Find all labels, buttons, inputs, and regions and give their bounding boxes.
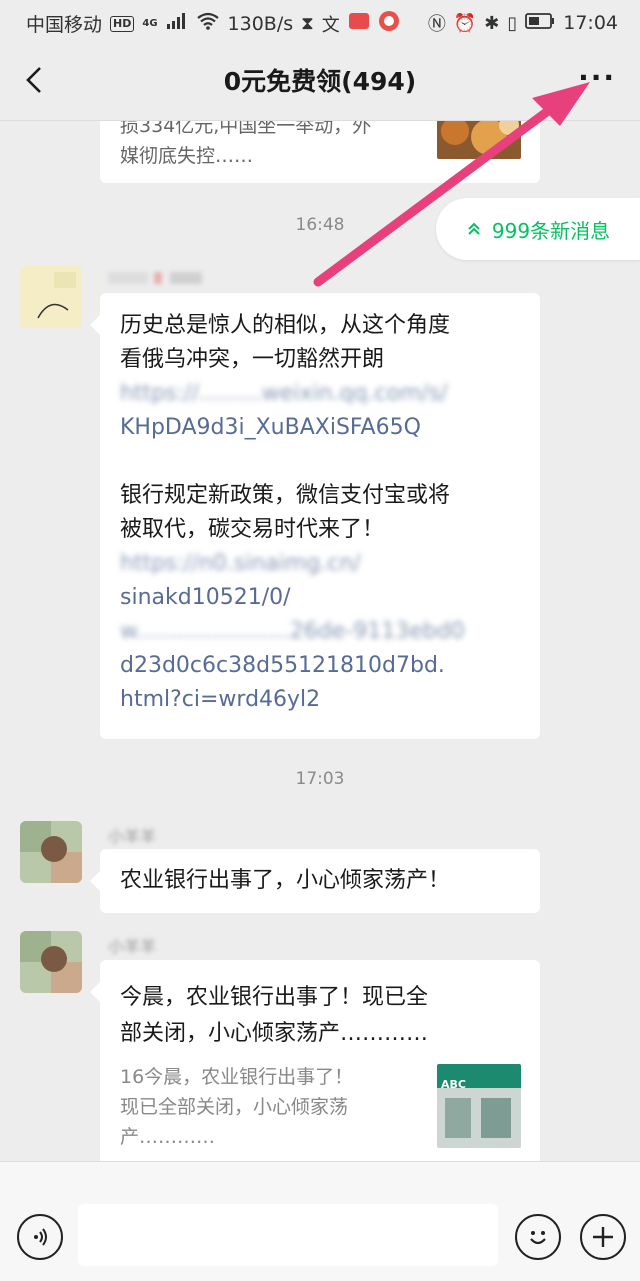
message-line: 银行规定新政策，微信支付宝或将 [120, 483, 451, 508]
card-title-line: 今晨，农业银行出事了！现已全 [120, 985, 429, 1010]
notification-app-icon: 文 [321, 14, 340, 36]
add-attachment-button[interactable] [580, 1214, 626, 1260]
app-badge-icon-2 [378, 10, 400, 37]
smile-icon [530, 1231, 546, 1245]
text-message-bubble[interactable]: 农业银行出事了，小心倾家荡产！ [90, 849, 540, 913]
sender-name: 小羊羊 [108, 827, 157, 846]
emoji-button[interactable] [515, 1214, 561, 1260]
voice-icon [34, 1228, 47, 1246]
clock-time: 17:04 [563, 12, 618, 34]
new-messages-button[interactable]: 999条新消息 [436, 198, 640, 260]
plus-icon [593, 1227, 613, 1247]
card-desc-line: 媒彻底失控…… [120, 145, 254, 167]
message-link[interactable]: w......................26de-9113ebd0 [120, 615, 530, 649]
app-badge-icon [348, 11, 370, 36]
message-link[interactable]: html?ci=wrd46yl2 [120, 683, 530, 717]
network-speed: 130B/s [227, 12, 294, 35]
message-line: 被取代，碳交易时代来了！ [120, 517, 385, 542]
message-input[interactable] [78, 1204, 498, 1266]
double-chevron-up-icon [468, 222, 480, 235]
card-title-line: 部关闭，小心倾家荡产………… [120, 1021, 429, 1046]
avatar[interactable] [20, 266, 82, 328]
carrier-label: 中国移动 [26, 14, 103, 36]
avatar[interactable] [20, 821, 82, 883]
input-bar [0, 1161, 640, 1281]
hd-badge: HD [110, 15, 135, 32]
message-line: 看俄乌冲突，一切豁然开朗 [120, 347, 385, 372]
battery-icon [525, 12, 555, 34]
new-messages-label: 999条新消息 [491, 218, 611, 243]
hourglass-icon: ⧗ [301, 13, 314, 34]
card-desc-line: 产………… [120, 1126, 216, 1148]
message-link[interactable]: d23d0c6c38d55121810d7bd. [120, 649, 530, 683]
timestamp: 17:03 [295, 769, 345, 789]
thumbnail-label: ABC [441, 1078, 466, 1091]
card-thumbnail: ABC [437, 1064, 521, 1148]
text-message-bubble[interactable]: 历史总是惊人的相似，从这个角度 看俄乌冲突，一切豁然开朗 https://...… [90, 293, 540, 739]
alarm-icon: ⏰ [453, 12, 477, 34]
message-link[interactable]: sinakd10521/0/ [120, 581, 530, 615]
avatar[interactable] [20, 931, 82, 993]
message-link[interactable]: https://.........weixin.qq.com/s/ [120, 377, 530, 411]
message-line: 历史总是惊人的相似，从这个角度 [120, 313, 451, 338]
card-desc-line: 现已全部关闭，小心倾家荡 [120, 1096, 349, 1118]
status-bar: 中国移动 HD 4G 130B/s ⧗ 文 Ⓝ ⏰ ✱ ▯ 17:04 [0, 0, 640, 44]
article-card[interactable]: 今晨，农业银行出事了！现已全 部关闭，小心倾家荡产………… 16今晨，农业银行出… [90, 960, 540, 1161]
card-desc-line: 损334亿元,中国坐一举动，外 [120, 121, 372, 137]
message-link[interactable]: https://n0.sinaimg.cn/ [120, 547, 530, 581]
message-list[interactable]: 损334亿元,中国坐一举动，外 媒彻底失控…… 16:48 历史总是惊人的相似，… [0, 121, 640, 1161]
card-desc-line: 16今晨，农业银行出事了！ [120, 1066, 354, 1088]
message-text: 农业银行出事了，小心倾家荡产！ [120, 868, 451, 893]
chat-header: 0元免费领(494) ··· [0, 44, 640, 121]
bluetooth-icon: ✱ [484, 12, 500, 34]
signal-icon [166, 12, 188, 35]
message-link[interactable]: KHpDA9d3i_XuBAXiSFA65Q [120, 411, 530, 445]
article-card[interactable]: 损334亿元,中国坐一举动，外 媒彻底失控…… [100, 121, 540, 183]
voice-input-button[interactable] [17, 1214, 63, 1260]
signal-type-label: 4G [142, 17, 158, 29]
chat-title: 0元免费领(494) [223, 67, 417, 96]
vibrate-icon: ▯ [507, 12, 518, 34]
card-thumbnail [437, 121, 521, 159]
nfc-icon: Ⓝ [427, 14, 446, 35]
more-options-button[interactable]: ··· [578, 64, 616, 92]
sender-name: 小羊羊 [108, 937, 157, 956]
sender-name [108, 269, 204, 291]
wifi-icon [196, 12, 220, 35]
